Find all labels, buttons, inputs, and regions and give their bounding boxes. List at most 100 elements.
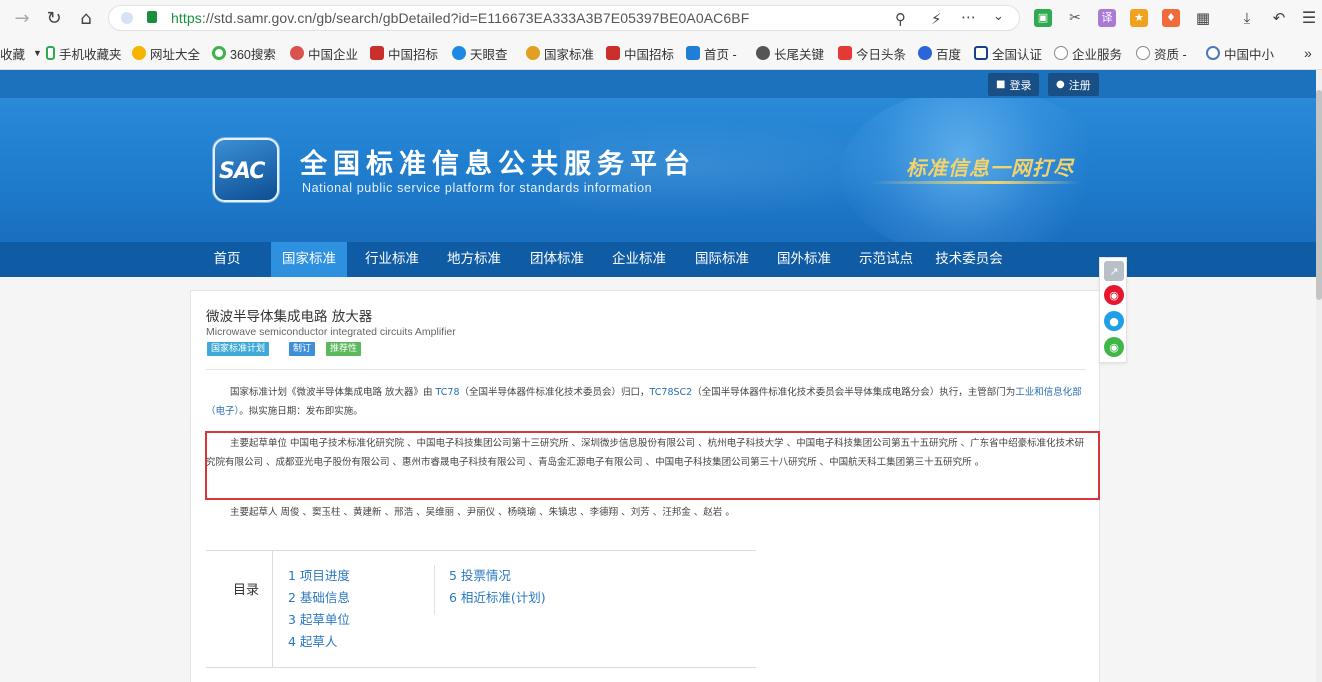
reload-icon[interactable]: ↻ (42, 6, 66, 30)
nav-item-industry-standards[interactable]: 行业标准 (354, 242, 430, 277)
bookmark-item[interactable]: 首页 - (686, 44, 737, 62)
bookmark-item[interactable]: 中国企业 (290, 44, 358, 62)
plan-description: 国家标准计划《微波半导体集成电路 放大器》由 TC78（全国半导体器件标准化技术… (206, 383, 1086, 421)
toc-item-drafters[interactable]: 4 起草人 (288, 631, 337, 650)
toc-label: 目录 (233, 583, 260, 598)
undo-icon[interactable]: ↶ (1270, 9, 1288, 27)
url-path: ://std.samr.gov.cn/gb/search/gbDetailed?… (201, 10, 750, 26)
weibo-icon[interactable]: ◉ (1104, 285, 1124, 305)
nav-item-local-standards[interactable]: 地方标准 (436, 242, 512, 277)
bookmark-item[interactable]: 中国中小 (1206, 44, 1274, 62)
register-button[interactable]: ● 注册 (1048, 73, 1099, 96)
tc78sc2-link[interactable]: TC78SC2 (650, 387, 693, 398)
bookmark-label: 天眼查 (470, 47, 508, 62)
sac-logo[interactable]: SAC (213, 138, 279, 202)
share-icon[interactable]: ↗ (1104, 261, 1124, 281)
site-icon (606, 46, 620, 60)
bookmark-label: 中国中小 (1224, 47, 1275, 62)
more-icon[interactable]: ⋯ (961, 8, 976, 26)
bookmark-item[interactable]: 手机收藏夹 (46, 44, 122, 62)
lock-icon: ■ (996, 79, 1006, 90)
site-info-icon[interactable] (121, 12, 133, 24)
tc78-link[interactable]: TC78 (436, 387, 460, 398)
translate-icon[interactable]: 译 (1098, 9, 1116, 27)
page-scrollbar[interactable] (1316, 70, 1322, 682)
toc-item-basic-info[interactable]: 2 基础信息 (288, 587, 350, 606)
site-subtitle: National public service platform for sta… (302, 181, 653, 195)
user-icon: ● (1056, 79, 1065, 90)
toc-item-drafting-units[interactable]: 3 起草单位 (288, 609, 350, 628)
bookmark-label: 中国企业 (308, 47, 359, 62)
nav-item-international-standards[interactable]: 国际标准 (684, 242, 760, 277)
scissors-icon[interactable]: ✂ (1066, 9, 1084, 27)
menu-icon[interactable]: ☰ (1300, 9, 1318, 27)
extension-reader-icon[interactable]: ▣ (1034, 9, 1052, 27)
bookmark-label: 全国认证 (992, 47, 1043, 62)
toutiao-icon (838, 46, 852, 60)
game-extension-icon[interactable]: ♦ (1162, 9, 1180, 27)
zoom-search-icon[interactable]: ⚲ (895, 10, 906, 28)
desc-text: 国家标准计划《微波半导体集成电路 放大器》由 (230, 387, 436, 398)
bookmark-label: 资质 - (1154, 47, 1187, 62)
site-icon (1206, 46, 1220, 60)
lightning-icon[interactable]: ⚡ (931, 10, 942, 28)
toc-item-voting[interactable]: 5 投票情况 (449, 565, 511, 584)
login-button[interactable]: ■ 登录 (988, 73, 1040, 96)
desc-text: 。拟实施日期：发布即实施。 (239, 406, 363, 417)
toc-item-progress[interactable]: 1 项目进度 (288, 565, 350, 584)
bookmark-label: 首页 - (704, 47, 737, 62)
site-icon (452, 46, 466, 60)
toc-item-similar-standards[interactable]: 6 相近标准(计划) (449, 587, 546, 606)
bookmark-item[interactable]: 长尾关键 (756, 44, 824, 62)
bookmark-item[interactable]: 中国招标 (370, 44, 438, 62)
share-sidebar: ↗ ◉ ● ◉ (1099, 257, 1127, 363)
bookmark-item[interactable]: 天眼查 (452, 44, 508, 62)
bookmark-item[interactable]: 360搜索 (212, 44, 276, 62)
bookmark-item[interactable]: 今日头条 (838, 44, 906, 62)
url-text[interactable]: https://std.samr.gov.cn/gb/search/gbDeta… (171, 10, 749, 26)
home-icon[interactable]: ⌂ (74, 6, 98, 30)
wechat-icon[interactable]: ◉ (1104, 337, 1124, 357)
download-icon[interactable]: ⤓ (1238, 9, 1256, 27)
bookmarks-overflow-icon[interactable]: » (1304, 44, 1312, 62)
nav-item-home[interactable]: 首页 (200, 242, 254, 277)
bookmark-item[interactable]: 资质 - (1136, 44, 1187, 62)
chevron-down-icon[interactable]: ⌄ (993, 9, 1004, 24)
tag-national-plan: 国家标准计划 (207, 342, 270, 356)
apps-grid-icon[interactable]: ▦ (1194, 9, 1212, 27)
bookmark-label: 中国招标 (624, 47, 675, 62)
globe-icon (1136, 46, 1150, 60)
forward-arrow-icon[interactable]: → (10, 6, 34, 30)
bookmark-label: 长尾关键 (774, 47, 825, 62)
site-banner: SAC 全国标准信息公共服务平台 National public service… (0, 98, 1316, 242)
globe-icon (1054, 46, 1068, 60)
logo-text: SAC (219, 159, 265, 184)
browser-toolbar: → ↻ ⌂ https://std.samr.gov.cn/gb/search/… (0, 0, 1322, 36)
nav-item-group-standards[interactable]: 团体标准 (519, 242, 595, 277)
scrollbar-thumb[interactable] (1316, 90, 1322, 300)
toc-separator (434, 565, 435, 615)
bookmark-item[interactable]: 中国招标 (606, 44, 674, 62)
bookmark-favorites[interactable]: 收藏 ▼ (0, 44, 42, 62)
bookmark-item[interactable]: 国家标准 (526, 44, 594, 62)
nav-item-technical-committee[interactable]: 技术委员会 (928, 242, 1010, 277)
nav-item-enterprise-standards[interactable]: 企业标准 (601, 242, 677, 277)
login-label: 登录 (1009, 78, 1032, 92)
bookmark-item[interactable]: 全国认证 (974, 44, 1042, 62)
top-strip: ■ 登录 ● 注册 (0, 70, 1316, 98)
qq-icon[interactable]: ● (1104, 311, 1124, 331)
register-label: 注册 (1068, 78, 1091, 92)
bookmark-label: 360搜索 (230, 47, 276, 62)
bookmark-item[interactable]: 网址大全 (132, 44, 200, 62)
desc-text: （全国半导体器件标准化技术委员会）归口， (459, 387, 650, 398)
bookmark-item[interactable]: 百度 (918, 44, 961, 62)
nav-item-pilot-demo[interactable]: 示范试点 (848, 242, 924, 277)
bookmark-label: 收藏 (0, 47, 26, 62)
shield-extension-icon[interactable]: ★ (1130, 9, 1148, 27)
address-bar[interactable]: https://std.samr.gov.cn/gb/search/gbDeta… (108, 5, 1020, 31)
bookmark-item[interactable]: 企业服务 (1054, 44, 1122, 62)
nav-item-foreign-standards[interactable]: 国外标准 (766, 242, 842, 277)
nav-item-national-standards[interactable]: 国家标准 (271, 242, 347, 277)
drafting-units: 主要起草单位 中国电子技术标准化研究院 、中国电子科技集团公司第十三研究所 、深… (206, 438, 1085, 468)
url-scheme: https (171, 10, 202, 26)
